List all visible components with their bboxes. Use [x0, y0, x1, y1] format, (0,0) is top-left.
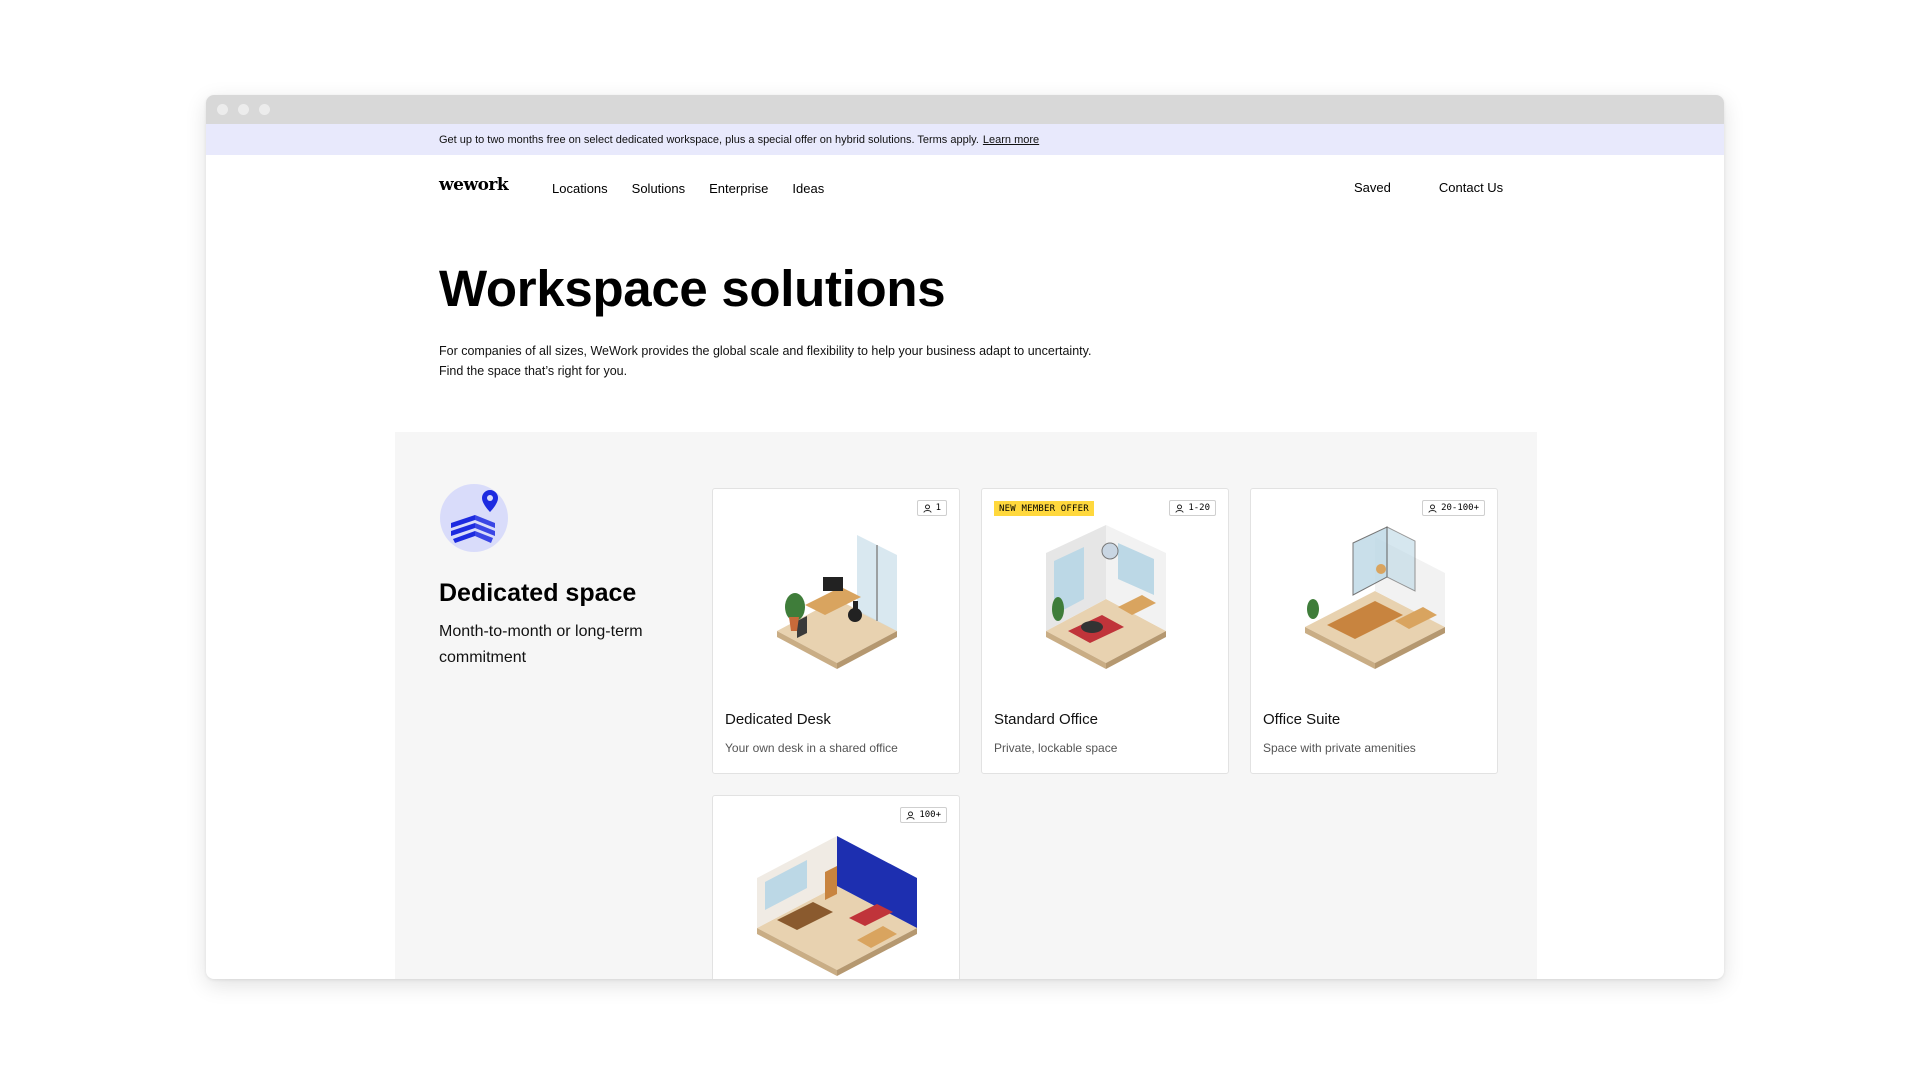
page-title: Workspace solutions	[439, 260, 946, 317]
dedicated-desk-illustration	[777, 535, 897, 669]
office-suite-illustration	[1305, 526, 1445, 669]
promo-banner: Get up to two months free on select dedi…	[206, 124, 1724, 155]
building-location-icon	[440, 484, 508, 552]
nav-links: Locations Solutions Enterprise Ideas	[552, 181, 824, 196]
nav-link-ideas[interactable]: Ideas	[792, 181, 824, 196]
person-icon	[906, 810, 915, 820]
page-description: For companies of all sizes, WeWork provi…	[439, 341, 1091, 381]
card-subtitle: Space with private amenities	[1263, 741, 1416, 755]
card-title: Office Suite	[1263, 711, 1341, 728]
wework-logo[interactable]: wework	[439, 175, 509, 195]
card-office-suite[interactable]: 20-100+ Office Suite Space with private …	[1250, 488, 1498, 774]
card-full-floor[interactable]: 100+	[712, 795, 960, 979]
promo-learn-more-link[interactable]: Learn more	[983, 134, 1039, 146]
full-floor-illustration	[757, 836, 917, 976]
capacity-value: 1	[935, 503, 941, 513]
window-minimize-dot[interactable]	[238, 104, 249, 115]
person-icon	[1428, 503, 1437, 513]
nav-link-locations[interactable]: Locations	[552, 181, 608, 196]
browser-window: Get up to two months free on select dedi…	[206, 95, 1724, 979]
card-title: Dedicated Desk	[725, 711, 831, 728]
browser-chrome	[206, 95, 1724, 124]
category-title: Dedicated space	[439, 579, 637, 607]
contact-us-link[interactable]: Contact Us	[1439, 180, 1503, 195]
nav-link-solutions[interactable]: Solutions	[632, 181, 685, 196]
promo-text: Get up to two months free on select dedi…	[439, 133, 979, 146]
capacity-value: 1-20	[1188, 503, 1210, 513]
card-dedicated-desk[interactable]: 1 Dedicated Desk Your own desk in a shar…	[712, 488, 960, 774]
card-title: Standard Office	[994, 711, 1098, 728]
person-icon	[1175, 503, 1184, 513]
capacity-value: 100+	[919, 810, 941, 820]
page-description-line-1: For companies of all sizes, WeWork provi…	[439, 344, 1092, 358]
card-subtitle: Your own desk in a shared office	[725, 741, 898, 755]
window-maximize-dot[interactable]	[259, 104, 270, 115]
person-icon	[923, 503, 932, 513]
card-standard-office[interactable]: NEW MEMBER OFFER 1-20 Standard Office Pr…	[981, 488, 1229, 774]
category-subtitle: Month-to-month or long-term commitment	[439, 623, 643, 666]
saved-link[interactable]: Saved	[1354, 180, 1391, 195]
nav-right: Saved Contact Us	[1354, 180, 1503, 195]
capacity-value: 20-100+	[1441, 503, 1479, 513]
standard-office-illustration	[1046, 525, 1166, 669]
nav-link-enterprise[interactable]: Enterprise	[709, 181, 768, 196]
main-nav: wework Locations Solutions Enterprise Id…	[206, 155, 1724, 220]
window-close-dot[interactable]	[217, 104, 228, 115]
page-description-line-2: Find the space that’s right for you.	[439, 364, 628, 378]
card-subtitle: Private, lockable space	[994, 741, 1118, 755]
